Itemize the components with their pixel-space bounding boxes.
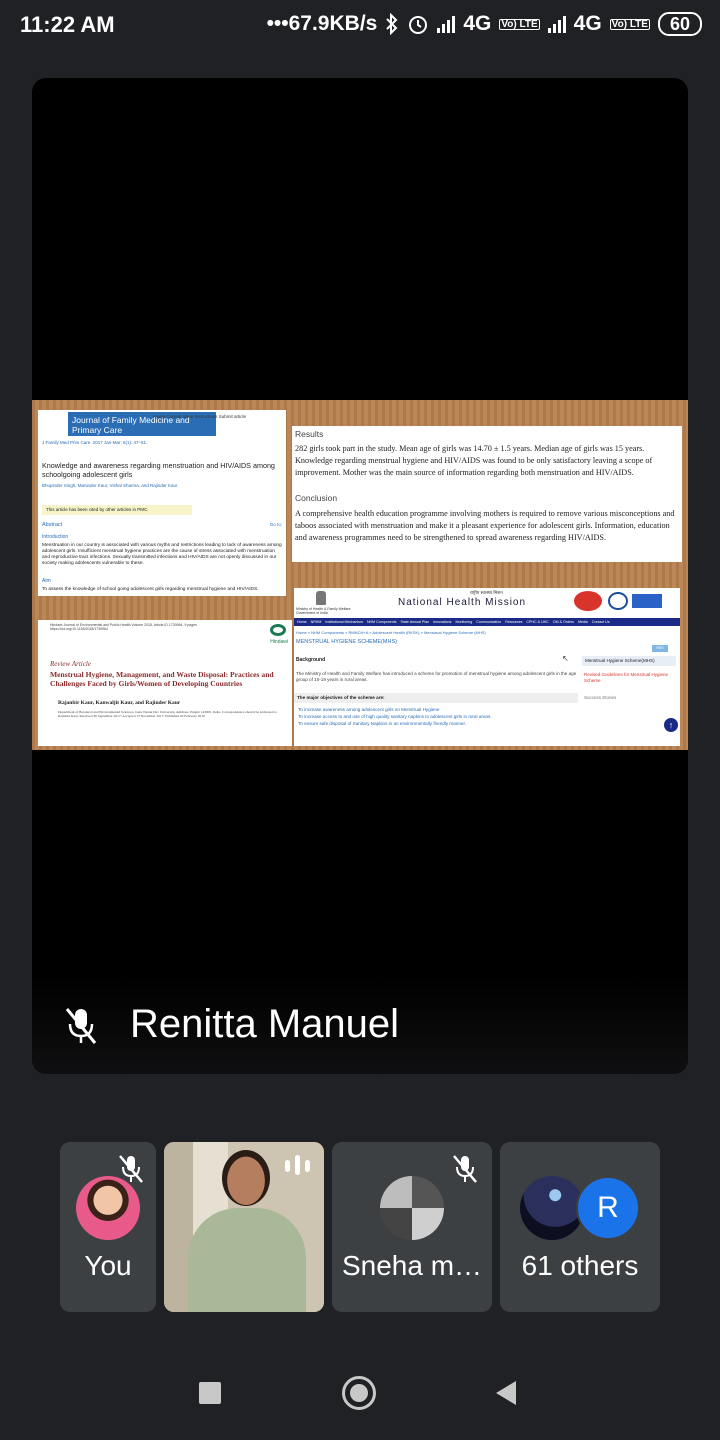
presenter-name-bar: Renitta Manuel	[32, 978, 688, 1074]
presenter-name: Renitta Manuel	[130, 1002, 400, 1046]
results-text: 282 girls took part in the study. Mean a…	[295, 444, 653, 477]
nhm-hindi-title: राष्ट्रीय स्वास्थ्य मिशन	[470, 590, 503, 595]
objective-item: To increase awareness among adolescent g…	[298, 707, 440, 712]
nhm-nav-item: Monitoring	[455, 620, 473, 624]
participant-tile-video[interactable]	[164, 1142, 324, 1312]
avatar	[380, 1176, 444, 1240]
nhm-nav-item: NRHM	[310, 620, 322, 624]
back-button[interactable]	[496, 1381, 516, 1405]
nhm-nav-item: Innovations	[433, 620, 452, 624]
signal-icon	[547, 15, 566, 33]
ministry-label: Ministry of Health & Family Welfare Gove…	[296, 607, 351, 615]
goto-link: Go to:	[269, 522, 282, 527]
section-title: MENSTRUAL HYGIENE SCHEME(MHS)	[296, 639, 397, 645]
citation: J Family Med Prim Care. 2017 Jan-Mar; 6(…	[42, 440, 148, 445]
nhm-logo-icon	[574, 591, 602, 611]
nhm-nav-item: CPHC & UHC	[526, 620, 549, 624]
abstract-label: Abstract	[42, 522, 63, 528]
speaking-indicator-icon	[285, 1155, 310, 1175]
hindawi-logo	[270, 624, 286, 636]
network-type-1: 4G	[463, 12, 492, 35]
article-affiliation: Department of Botanical and Environmenta…	[58, 710, 278, 719]
article-type: Review Article	[50, 660, 91, 668]
alarm-icon	[409, 16, 428, 34]
hindawi-logo-text: Hindawi	[270, 639, 288, 645]
aim-label: Aim	[42, 578, 51, 584]
participant-name: Sneha m…	[341, 1250, 483, 1281]
cited-note: This article has been cited by other art…	[42, 505, 192, 515]
article-authors: Rajanbir Kaur, Kanwaljit Kaur, and Rajin…	[58, 700, 181, 706]
nhm-nav-item: OM & Orders	[552, 620, 574, 624]
avatar	[76, 1176, 140, 1240]
journal-small-header: Hindawi Journal of Environmental and Pub…	[50, 623, 197, 632]
journal-side-links: Home Current issue Instructions Submit a…	[153, 414, 246, 419]
side-success-stories: Success Stories	[584, 695, 617, 700]
presentation-tile[interactable]: Journal of Family Medicine and Primary C…	[32, 78, 688, 1074]
nhm-website-panel: Ministry of Health & Family Welfare Gove…	[294, 588, 680, 746]
volte-badge-2: Vo) LTE	[609, 18, 650, 30]
participant-tile-others[interactable]: R 61 others	[500, 1142, 660, 1312]
avatar	[520, 1176, 584, 1240]
participant-tile-sneha[interactable]: Sneha m…	[332, 1142, 492, 1312]
conclusion-heading: Conclusion	[295, 493, 338, 503]
breadcrumb: Home » NHM Components » RMNCH+A » Adoles…	[296, 630, 486, 635]
system-nav-bar	[0, 1340, 720, 1440]
background-label: Background	[296, 657, 326, 663]
conclusion-text: A comprehensive health education program…	[295, 509, 675, 542]
status-icons: •••67.9KB/s 4G Vo) LTE 4G Vo) LTE 60	[267, 12, 702, 36]
aim-text: To assess the knowledge of school going …	[42, 587, 259, 592]
article-authors: Bhupinder Singh, Maninder Kaur, Vishal S…	[42, 483, 178, 488]
nhm-nav-item: Resources	[505, 620, 523, 624]
status-time: 11:22 AM	[20, 12, 115, 37]
participant-tile-you[interactable]: You	[60, 1142, 156, 1312]
intro-label: Introduction	[42, 534, 69, 540]
person-body	[188, 1208, 306, 1312]
nhm-nav-item: Media	[577, 620, 588, 624]
nhm-nav-item: Home	[297, 620, 307, 624]
article-title: Knowledge and awareness regarding menstr…	[42, 461, 275, 479]
bluetooth-icon	[386, 13, 398, 35]
article-panel-hindawi: Hindawi Journal of Environmental and Pub…	[38, 620, 292, 746]
seal-icon	[608, 592, 628, 610]
mic-off-icon	[453, 1155, 477, 1183]
objective-item: To increase access to and use of high qu…	[298, 714, 492, 719]
scroll-up-icon: ↑	[664, 718, 678, 732]
nhm-nav-item: Communication	[476, 620, 502, 624]
side-link: Revised Guidelines for Menstrual Hygiene…	[584, 672, 669, 683]
mic-off-icon	[65, 1008, 97, 1044]
article-panel-jfmpc: Journal of Family Medicine and Primary C…	[38, 410, 286, 596]
mouse-cursor-icon: ↖	[562, 654, 569, 663]
results-panel: Results 282 girls took part in the study…	[292, 426, 682, 562]
network-type-2: 4G	[573, 12, 602, 35]
intro-text: Menstruation in our country is associate…	[42, 543, 282, 566]
nhm-nav-bar: Home NRHM Institutional Mechanism NHM Co…	[294, 618, 680, 626]
person-head	[222, 1150, 270, 1206]
avatar-letter: R	[576, 1176, 640, 1240]
participant-name: 61 others	[521, 1250, 639, 1281]
volte-badge-1: Vo) LTE	[499, 18, 540, 30]
article-title: Menstrual Hygiene, Management, and Waste…	[50, 670, 274, 688]
background-text: The Ministry of Health and Family Welfar…	[296, 671, 577, 682]
nhm-nav-item: NHM Components	[366, 620, 397, 624]
participant-name: You	[84, 1250, 132, 1281]
signal-icon	[437, 15, 456, 33]
campaign-logo-icon	[632, 594, 662, 608]
objectives-heading: The major objectives of the scheme are:	[294, 693, 578, 703]
shared-screen-slide: Journal of Family Medicine and Primary C…	[32, 400, 688, 750]
status-bar: 11:22 AM •••67.9KB/s 4G Vo) LTE 4G Vo) L…	[0, 0, 720, 52]
objective-item: To ensure safe disposal of Sanitary Napk…	[298, 721, 467, 726]
nhm-nav-item: Contact Us	[591, 620, 610, 624]
recent-apps-button[interactable]	[199, 1382, 221, 1404]
nhm-nav-item: State Annual Plan	[400, 620, 430, 624]
side-heading: Menstrual Hygiene Scheme(MHS)	[582, 656, 676, 666]
nhm-nav-item: Institutional Mechanism	[325, 620, 363, 624]
battery-icon: 60	[657, 12, 702, 36]
home-button[interactable]	[342, 1376, 376, 1410]
rss-badge: RSS	[652, 645, 668, 652]
national-emblem-icon	[316, 591, 326, 605]
net-speed: •••67.9KB/s	[266, 12, 378, 35]
results-heading: Results	[295, 429, 324, 439]
nhm-title: National Health Mission	[398, 597, 527, 608]
